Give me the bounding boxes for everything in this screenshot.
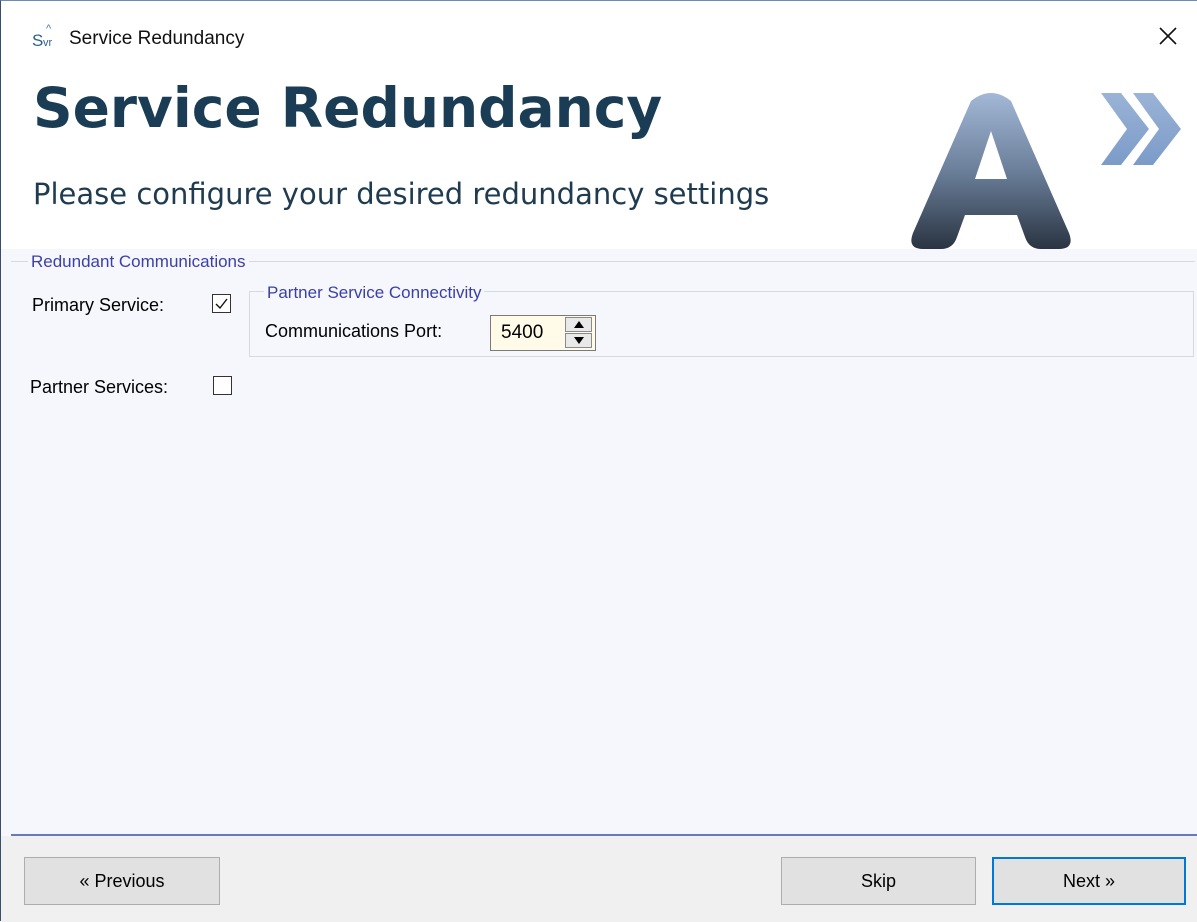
communications-port-value[interactable]: 5400 bbox=[501, 322, 543, 344]
communications-port-spinner[interactable]: 5400 bbox=[490, 315, 596, 351]
partner-service-connectivity-legend: Partner Service Connectivity bbox=[264, 283, 485, 303]
spinner-down-button[interactable] bbox=[565, 333, 592, 348]
app-icon: S vr ^ bbox=[32, 23, 58, 51]
check-icon bbox=[215, 298, 228, 310]
arrow-down-icon bbox=[574, 337, 584, 344]
close-icon bbox=[1159, 27, 1177, 45]
header-banner: Service Redundancy Please configure your… bbox=[1, 79, 1197, 249]
app-icon-sub: vr bbox=[43, 37, 53, 49]
footer-bar: « Previous Skip Next » bbox=[1, 836, 1197, 922]
primary-service-label: Primary Service: bbox=[32, 295, 165, 315]
service-redundancy-window: S vr ^ Service Redundancy Service Redund… bbox=[0, 0, 1197, 922]
spinner-buttons bbox=[565, 317, 593, 349]
communications-port-label: Communications Port: bbox=[265, 321, 443, 341]
primary-service-checkbox[interactable] bbox=[212, 294, 231, 313]
next-button[interactable]: Next » bbox=[992, 857, 1186, 905]
title-bar: S vr ^ Service Redundancy bbox=[1, 1, 1197, 79]
app-icon-letter: S bbox=[32, 31, 44, 50]
a-chevrons-logo-icon bbox=[911, 93, 1181, 249]
arrow-up-icon bbox=[574, 321, 584, 328]
skip-button[interactable]: Skip bbox=[781, 857, 976, 905]
previous-button[interactable]: « Previous bbox=[24, 857, 220, 905]
partner-services-label: Partner Services: bbox=[30, 377, 169, 397]
spinner-up-button[interactable] bbox=[565, 317, 592, 332]
page-subtitle: Please configure your desired redundancy… bbox=[33, 177, 770, 211]
app-icon-accent: ^ bbox=[46, 23, 52, 35]
partner-services-checkbox[interactable] bbox=[213, 376, 232, 395]
redundant-communications-legend: Redundant Communications bbox=[28, 252, 249, 272]
page-title: Service Redundancy bbox=[33, 76, 663, 140]
close-button[interactable] bbox=[1151, 19, 1185, 53]
window-title: Service Redundancy bbox=[69, 28, 245, 49]
